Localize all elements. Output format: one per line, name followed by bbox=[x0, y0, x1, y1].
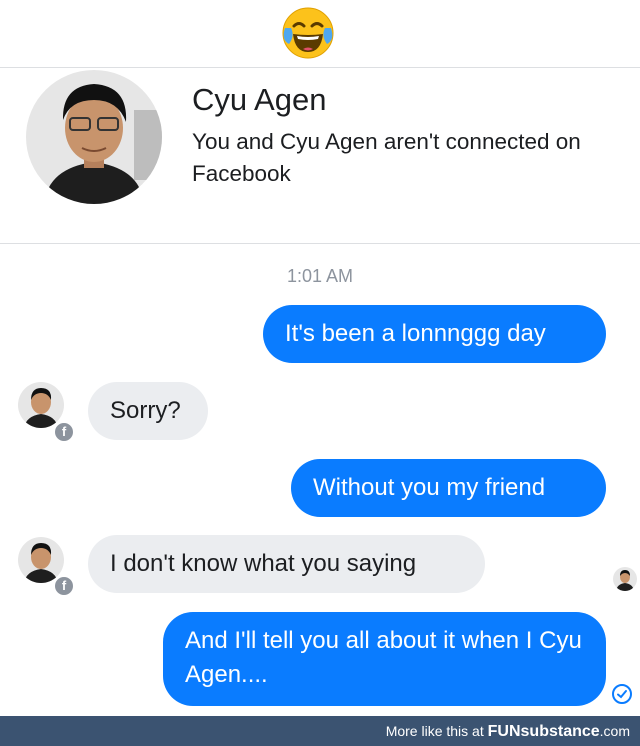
person-photo-icon bbox=[18, 382, 64, 428]
emoji-header bbox=[0, 0, 640, 68]
incoming-message[interactable]: Sorry? bbox=[88, 382, 208, 440]
contact-avatar[interactable] bbox=[26, 70, 162, 204]
person-photo-icon bbox=[26, 70, 162, 204]
crying-laughing-emoji-icon bbox=[282, 7, 334, 59]
contact-header: Cyu Agen You and Cyu Agen aren't connect… bbox=[0, 68, 640, 244]
watermark-suffix: .com bbox=[599, 723, 630, 739]
facebook-badge-icon: f bbox=[53, 421, 75, 443]
sender-avatar[interactable] bbox=[18, 382, 64, 428]
outgoing-message[interactable]: It's been a lonnnggg day bbox=[263, 305, 606, 363]
watermark-brand-fun: FUN bbox=[487, 723, 521, 740]
read-receipt-avatar bbox=[613, 567, 637, 591]
watermark-footer: More like this at FUNsubstance.com bbox=[0, 716, 640, 746]
outgoing-message[interactable]: And I'll tell you all about it when I Cy… bbox=[163, 612, 606, 706]
watermark-brand-rest: substance bbox=[520, 723, 600, 740]
connection-status: You and Cyu Agen aren't connected on Fac… bbox=[192, 129, 581, 186]
person-photo-icon bbox=[613, 567, 637, 591]
sent-check-icon bbox=[612, 684, 632, 704]
facebook-badge-icon: f bbox=[53, 575, 75, 597]
message-timestamp: 1:01 AM bbox=[286, 266, 354, 286]
incoming-message[interactable]: I don't know what you saying bbox=[88, 535, 485, 593]
watermark-prefix: More like this at bbox=[385, 723, 488, 739]
outgoing-message[interactable]: Without you my friend bbox=[291, 459, 606, 517]
contact-name[interactable]: Cyu Agen bbox=[192, 82, 326, 118]
watermark-text[interactable]: More like this at FUNsubstance.com bbox=[386, 723, 630, 741]
